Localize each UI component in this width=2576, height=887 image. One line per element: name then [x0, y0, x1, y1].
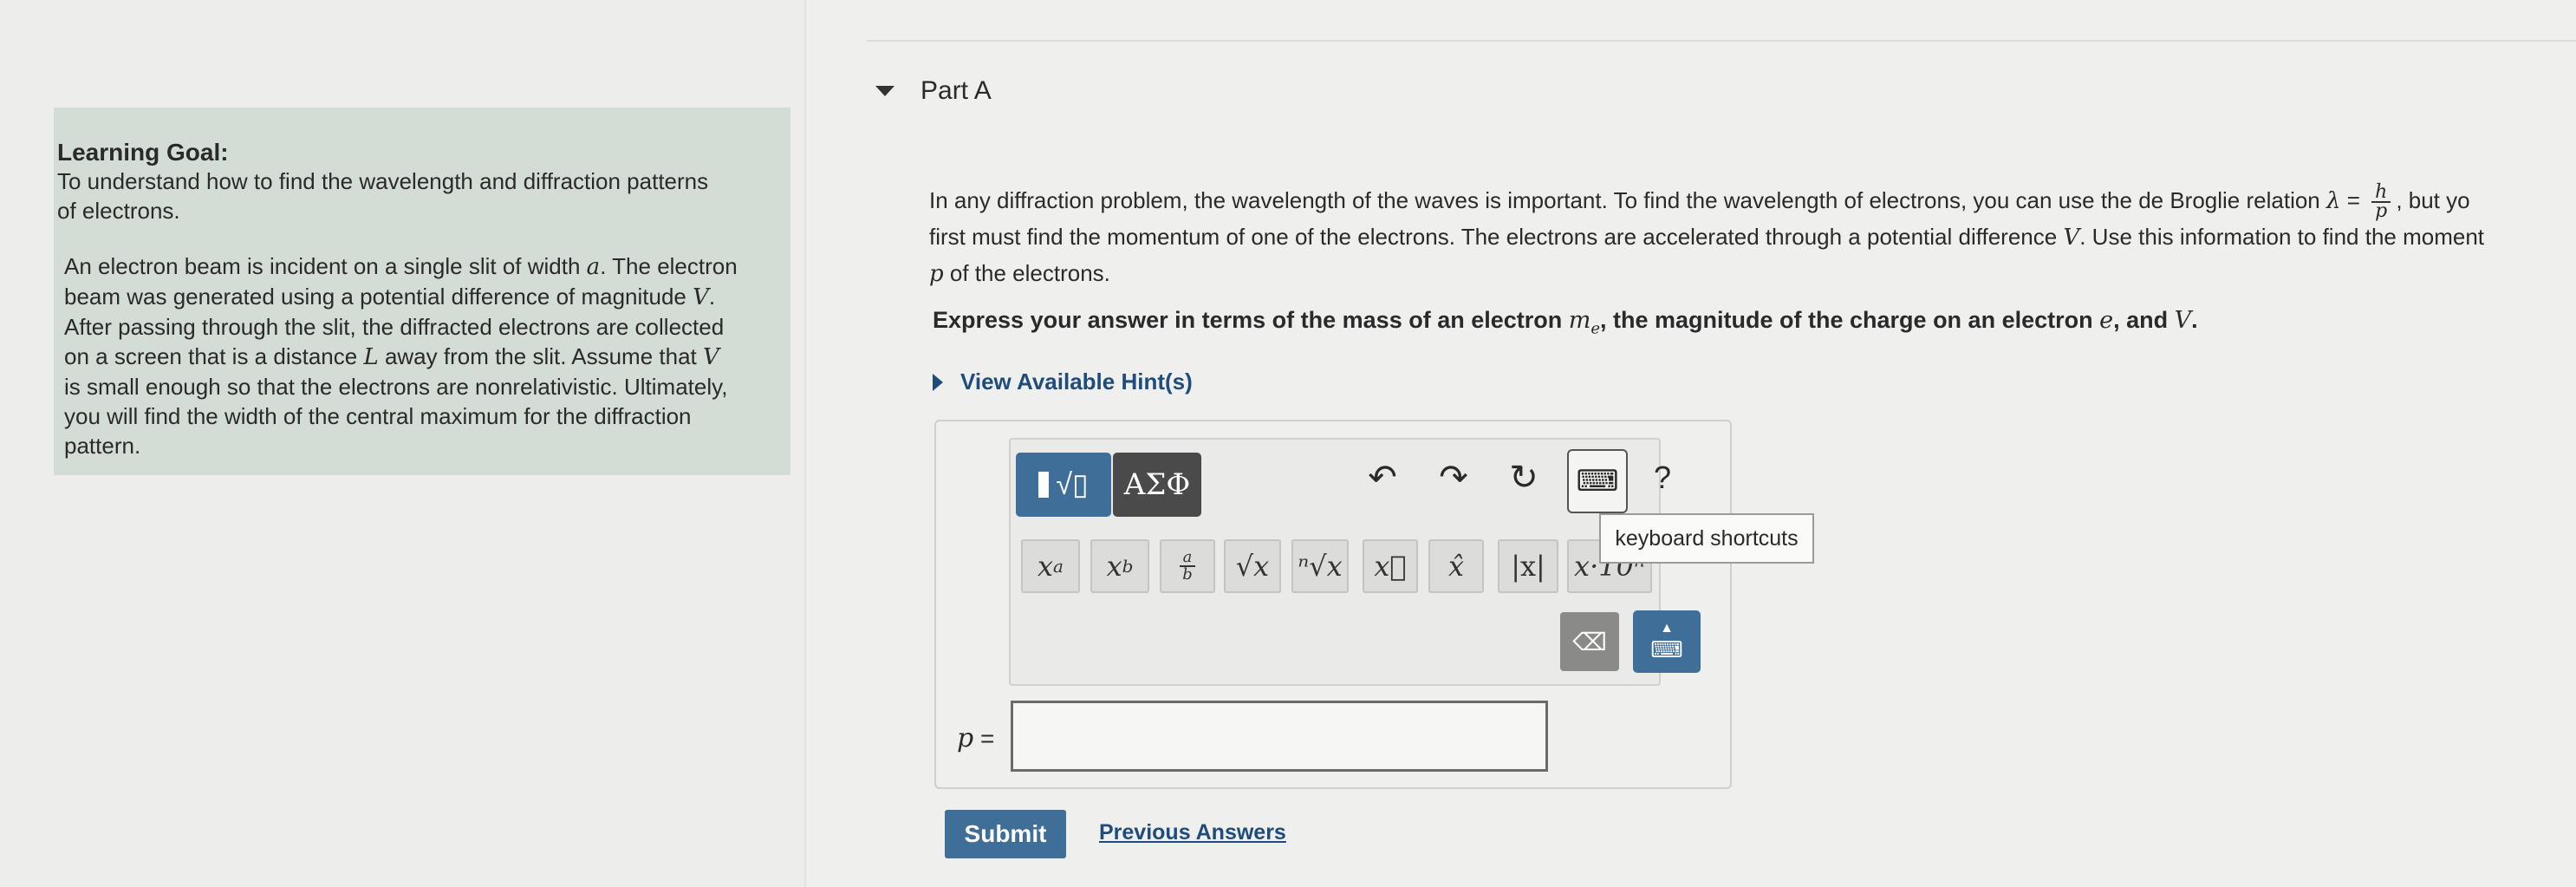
square-root-button[interactable]: √x: [1224, 539, 1281, 593]
redo-icon[interactable]: ↷: [1432, 458, 1475, 498]
submit-button[interactable]: Submit: [945, 810, 1066, 858]
keyboard-shortcuts-button[interactable]: ⌨: [1567, 449, 1628, 513]
desc-line: you will find the width of the central m…: [64, 403, 692, 429]
cursor-block-icon: [1038, 472, 1050, 498]
help-icon[interactable]: ?: [1654, 460, 1671, 496]
goal-line: of electrons.: [57, 198, 180, 224]
goal-line: To understand how to find the wavelength…: [57, 168, 709, 194]
question-line: p of the electrons.: [929, 260, 1110, 287]
templates-tab[interactable]: √▯: [1016, 453, 1111, 517]
vector-button[interactable]: x⃗: [1363, 539, 1418, 593]
caret-up-icon: ▲: [1660, 620, 1674, 636]
previous-answers-link[interactable]: Previous Answers: [1099, 820, 1286, 845]
answer-input[interactable]: [1011, 701, 1548, 772]
keyboard-icon: ⌨: [1576, 465, 1619, 498]
question-line: first must find the momentum of one of t…: [929, 224, 2485, 251]
desc-line: beam was generated using a potential dif…: [64, 284, 716, 310]
learning-goal-title: Learning Goal:: [57, 139, 229, 166]
learning-goal-box: Learning Goal: To understand how to find…: [54, 108, 790, 475]
desc-line: pattern.: [64, 433, 141, 459]
hints-label: View Available Hint(s): [960, 368, 1193, 395]
h-over-p-fraction: hp: [2371, 183, 2391, 221]
fraction-button[interactable]: ab: [1160, 539, 1215, 593]
part-a-header[interactable]: Part A: [875, 76, 992, 106]
header-rule: [867, 40, 2576, 42]
expand-caret-icon: [933, 373, 943, 391]
learning-goal-text: To understand how to find the wavelength…: [57, 166, 768, 225]
keyboard-toggle-button[interactable]: ▲ ⌨: [1633, 610, 1701, 673]
collapse-caret-icon[interactable]: [875, 86, 894, 96]
question-text: In any diffraction problem, the waveleng…: [929, 182, 2576, 291]
desc-line: on a screen that is a distance L away fr…: [64, 343, 719, 370]
greek-symbols-tab[interactable]: ΑΣΦ: [1113, 453, 1201, 517]
nth-root-button[interactable]: ⁿ√x: [1291, 539, 1349, 593]
problem-description: An electron beam is incident on a single…: [57, 251, 775, 460]
desc-line: An electron beam is incident on a single…: [64, 253, 738, 280]
undo-icon[interactable]: ↶: [1361, 458, 1404, 498]
desc-line: is small enough so that the electrons ar…: [64, 374, 728, 400]
keyboard-shortcuts-tooltip: keyboard shortcuts: [1599, 513, 1814, 564]
backspace-icon: ⌫: [1572, 628, 1607, 655]
radical-icon: √▯: [1056, 468, 1089, 501]
answer-instruction: Express your answer in terms of the mass…: [933, 307, 2198, 338]
keyboard-icon: ⌨: [1650, 636, 1683, 662]
backspace-button[interactable]: ⌫: [1560, 612, 1619, 671]
answer-label: p =: [957, 723, 995, 753]
question-line: In any diffraction problem, the waveleng…: [929, 181, 2470, 223]
reset-icon[interactable]: ↻: [1502, 458, 1545, 498]
superscript-button[interactable]: xa: [1021, 539, 1080, 593]
pane-divider: [804, 0, 806, 887]
unit-vector-button[interactable]: x̂: [1428, 539, 1484, 593]
absolute-value-button[interactable]: |x|: [1498, 539, 1558, 593]
part-title: Part A: [920, 76, 992, 105]
view-hints-toggle[interactable]: View Available Hint(s): [933, 368, 1193, 395]
desc-line: After passing through the slit, the diff…: [64, 314, 725, 340]
subscript-button[interactable]: xb: [1090, 539, 1149, 593]
